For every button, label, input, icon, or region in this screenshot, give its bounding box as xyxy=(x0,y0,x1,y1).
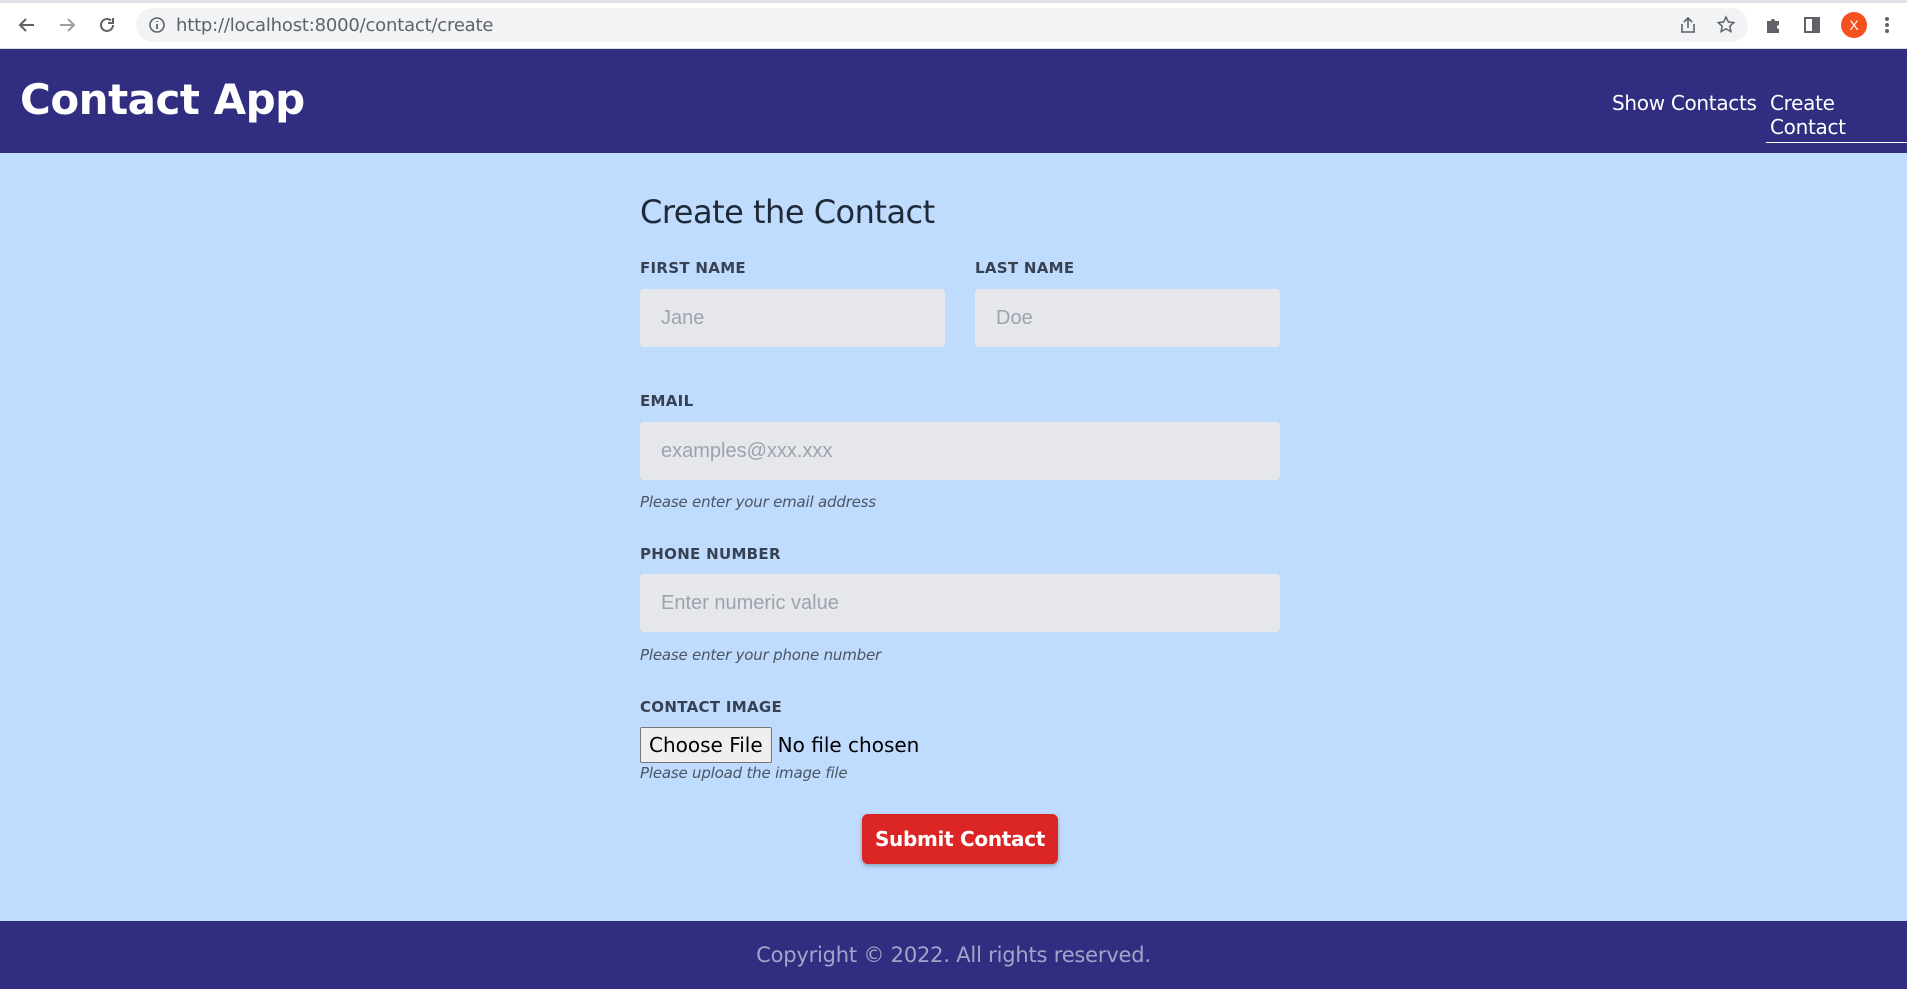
footer: Copyright © 2022. All rights reserved. xyxy=(0,921,1907,989)
forward-button[interactable] xyxy=(52,10,82,40)
app-title[interactable]: Contact App xyxy=(20,75,305,124)
url-text: http://localhost:8000/contact/create xyxy=(176,15,493,36)
extensions-button[interactable] xyxy=(1758,10,1788,40)
url-host: http://localhost xyxy=(176,14,309,36)
image-hint: Please upload the image file xyxy=(640,764,848,782)
puzzle-icon xyxy=(1767,19,1779,33)
side-panel-icon xyxy=(1804,17,1820,33)
nav-create-contact[interactable]: Create Contact xyxy=(1766,91,1907,143)
email-input[interactable] xyxy=(640,422,1280,480)
tab-strip xyxy=(0,0,1907,3)
kebab-menu-icon xyxy=(1885,17,1889,33)
forward-arrow-icon xyxy=(60,18,76,32)
reload-icon xyxy=(100,17,114,32)
email-hint: Please enter your email address xyxy=(640,493,876,511)
phone-input[interactable] xyxy=(640,574,1280,632)
app-header: Contact App Show Contacts Create Contact xyxy=(0,49,1907,153)
bookmark-star-icon[interactable] xyxy=(1716,15,1736,35)
form-title: Create the Contact xyxy=(640,193,935,231)
copyright-text: Copyright © 2022. All rights reserved. xyxy=(756,943,1151,967)
back-arrow-icon xyxy=(18,18,34,32)
browser-menu-button[interactable] xyxy=(1877,10,1897,40)
back-button[interactable] xyxy=(12,10,42,40)
url-path: :8000/contact/create xyxy=(308,14,494,36)
nav-show-contacts[interactable]: Show Contacts xyxy=(1612,91,1757,115)
file-input[interactable]: Choose File No file chosen xyxy=(640,727,919,763)
browser-toolbar: http://localhost:8000/contact/create X xyxy=(0,0,1907,49)
file-status: No file chosen xyxy=(777,733,920,757)
phone-hint: Please enter your phone number xyxy=(640,646,881,664)
email-label: EMAIL xyxy=(640,392,694,410)
phone-label: PHONE NUMBER xyxy=(640,545,781,563)
side-panel-button[interactable] xyxy=(1797,10,1827,40)
address-bar[interactable]: http://localhost:8000/contact/create xyxy=(136,8,1748,42)
last-name-label: LAST NAME xyxy=(975,259,1075,277)
contact-image-label: CONTACT IMAGE xyxy=(640,698,783,716)
profile-avatar[interactable]: X xyxy=(1841,12,1867,38)
first-name-input[interactable] xyxy=(640,289,945,347)
last-name-input[interactable] xyxy=(975,289,1280,347)
first-name-label: FIRST NAME xyxy=(640,259,746,277)
submit-contact-button[interactable]: Submit Contact xyxy=(862,814,1058,864)
main-content: Create the Contact FIRST NAME LAST NAME … xyxy=(0,153,1907,921)
info-icon xyxy=(149,17,165,33)
choose-file-button[interactable]: Choose File xyxy=(640,727,772,763)
share-icon[interactable] xyxy=(1678,15,1698,35)
reload-button[interactable] xyxy=(92,10,122,40)
